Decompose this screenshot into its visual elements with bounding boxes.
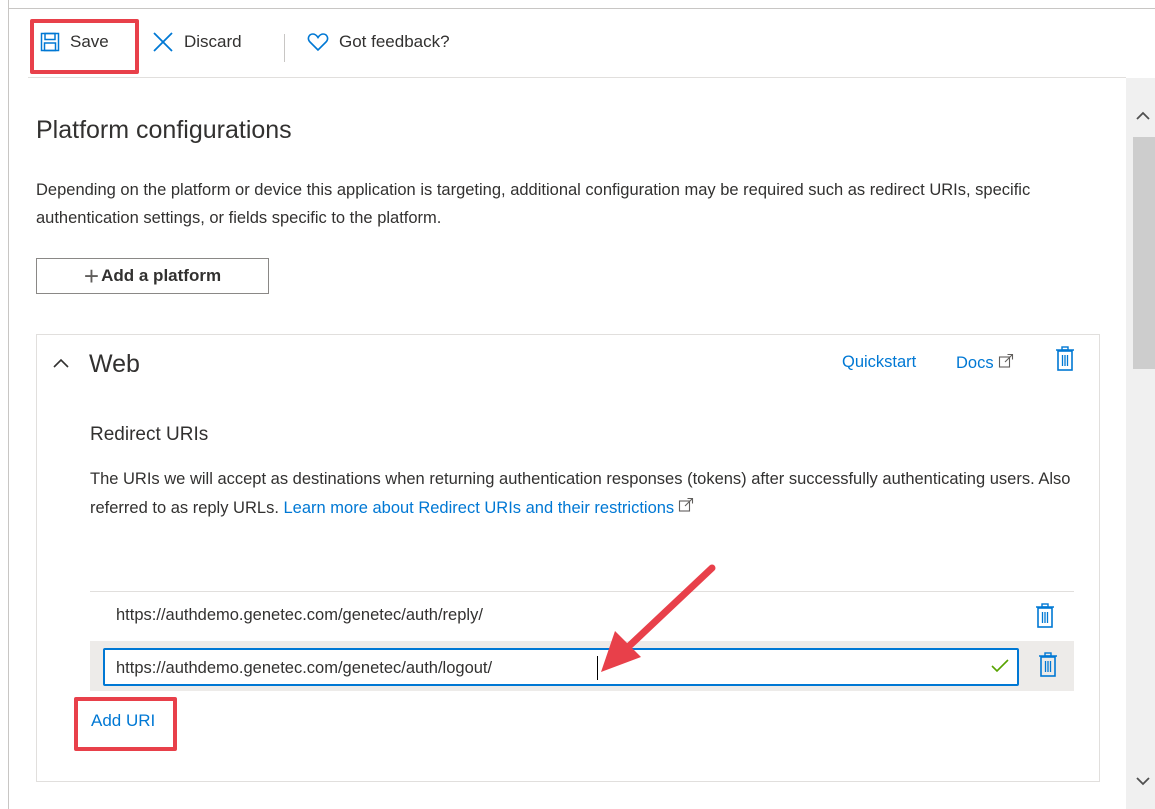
redirect-uris-heading: Redirect URIs	[90, 424, 209, 445]
web-platform-card	[36, 334, 1100, 782]
page-description: Depending on the platform or device this…	[36, 181, 1031, 227]
redirect-uri-input-value[interactable]: https://authdemo.genetec.com/genetec/aut…	[116, 659, 492, 678]
docs-label: Docs	[956, 354, 994, 372]
close-icon	[152, 31, 174, 53]
text-caret	[597, 656, 598, 680]
external-link-icon	[678, 494, 694, 523]
add-uri-highlight-box	[74, 697, 177, 751]
redirect-uri-value[interactable]: https://authdemo.genetec.com/genetec/aut…	[116, 606, 483, 625]
scroll-down-icon[interactable]	[1136, 773, 1150, 791]
add-platform-button[interactable]: + Add a platform	[36, 258, 269, 294]
toolbar-divider	[284, 34, 285, 62]
card-title: Web	[89, 350, 140, 378]
trash-icon[interactable]	[1055, 346, 1075, 377]
add-platform-label: Add a platform	[101, 266, 222, 285]
trash-icon[interactable]	[1035, 603, 1055, 634]
learn-more-link[interactable]: Learn more about Redirect URIs and their…	[284, 499, 675, 517]
redirect-uris-description: The URIs we will accept as destinations …	[90, 465, 1080, 523]
page-title: Platform configurations	[36, 116, 292, 144]
scroll-up-icon[interactable]	[1136, 108, 1150, 126]
plus-icon: +	[83, 261, 100, 291]
trash-icon[interactable]	[1038, 652, 1058, 683]
docs-link[interactable]: Docs	[956, 353, 1014, 374]
feedback-button[interactable]: Got feedback?	[307, 27, 450, 57]
heart-icon	[307, 32, 329, 52]
chevron-up-icon[interactable]	[52, 356, 70, 374]
quickstart-link[interactable]: Quickstart	[842, 353, 916, 372]
checkmark-icon	[991, 659, 1009, 678]
discard-label: Discard	[184, 32, 242, 51]
scrollbar-thumb[interactable]	[1133, 137, 1155, 369]
discard-button[interactable]: Discard	[152, 27, 242, 57]
save-highlight-box	[30, 19, 139, 74]
app-frame: Save Discard Got feedback? Platform conf…	[0, 0, 1155, 809]
feedback-label: Got feedback?	[339, 32, 450, 51]
frame-border	[8, 0, 9, 809]
toolbar-divider	[28, 77, 1126, 78]
external-link-icon	[998, 353, 1014, 374]
